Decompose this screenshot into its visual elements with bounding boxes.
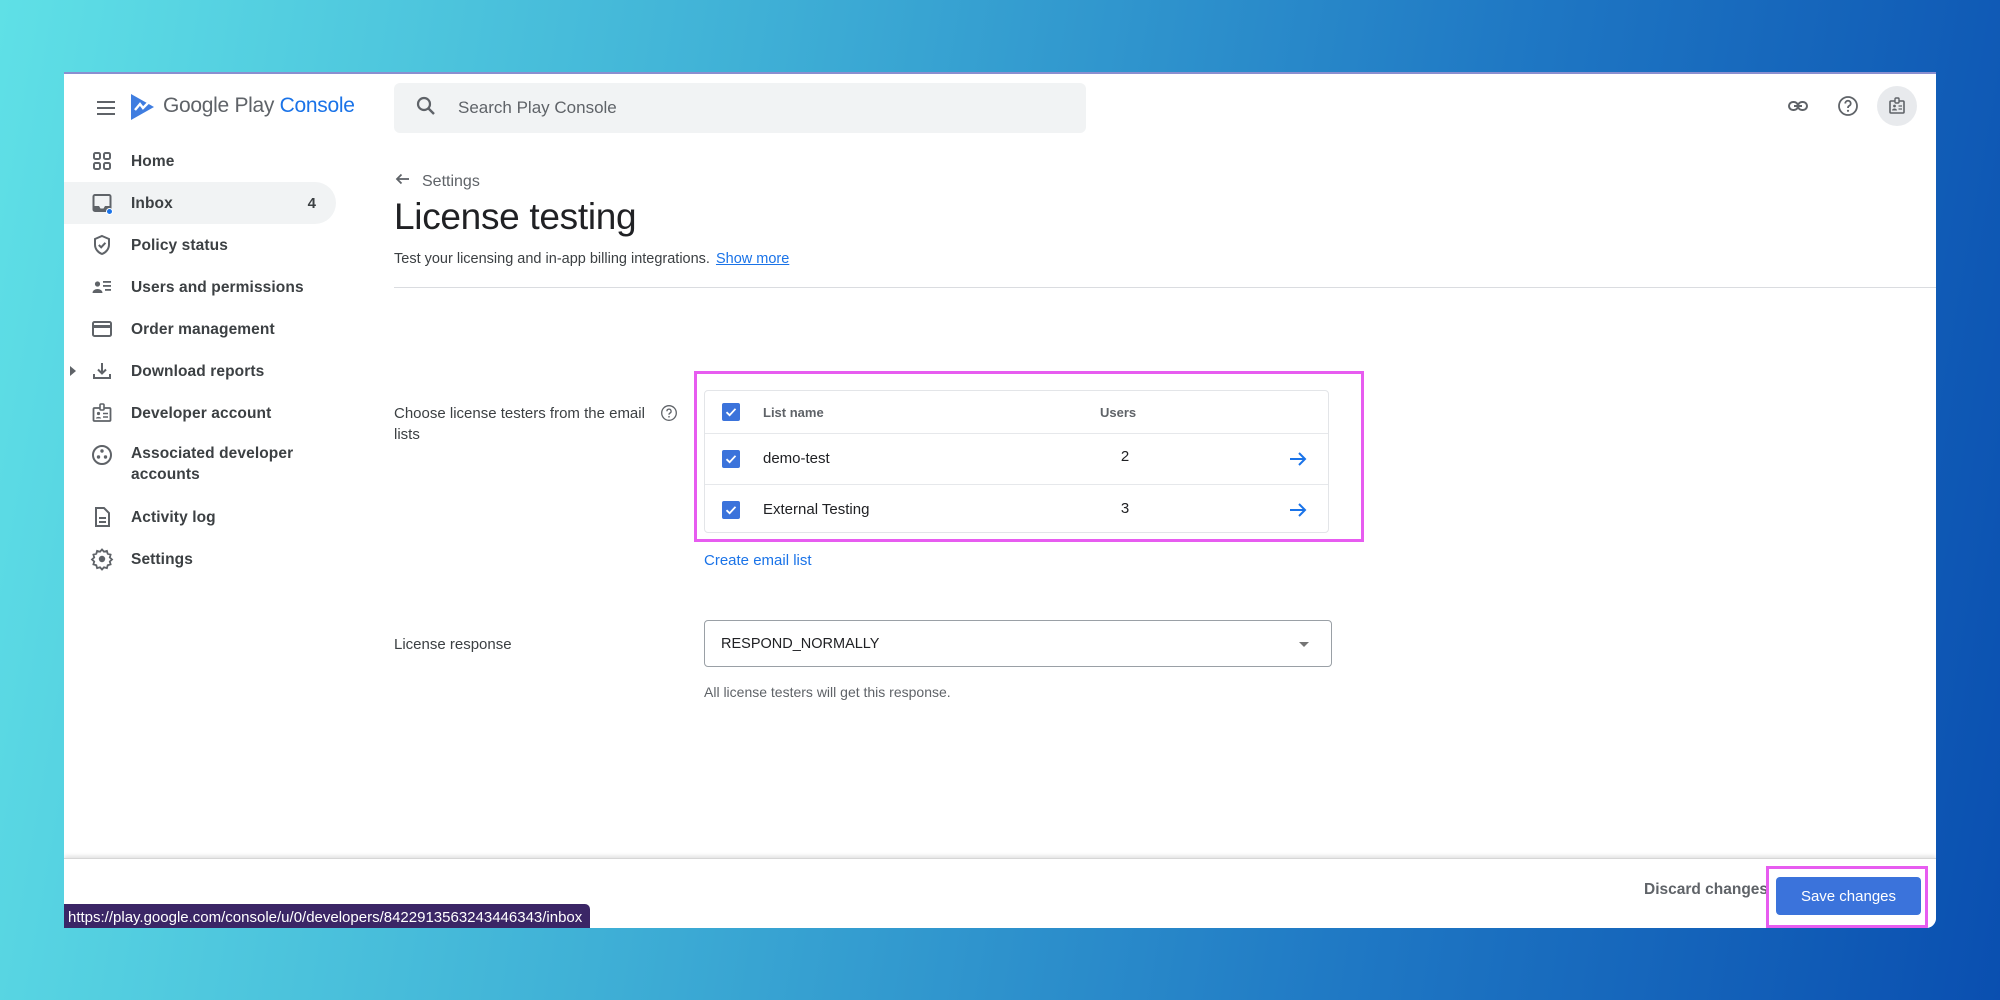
users-count-cell: 3: [1120, 500, 1130, 517]
create-email-list-link[interactable]: Create email list: [704, 552, 812, 569]
table-header-row: List name Users: [705, 391, 1328, 434]
sidebar-item-label: Order management: [131, 320, 275, 338]
testers-label: Choose license testers from the email li…: [394, 405, 645, 443]
download-icon: [90, 359, 114, 383]
help-circle-icon[interactable]: [660, 404, 678, 422]
account-avatar-icon[interactable]: [1877, 86, 1917, 126]
arrow-forward-icon[interactable]: [1287, 448, 1309, 470]
status-url-tooltip: https://play.google.com/console/u/0/deve…: [64, 904, 591, 928]
table-row[interactable]: demo-test 2: [705, 434, 1328, 485]
id-badge-icon: [90, 401, 114, 425]
description-text: Test your licensing and in-app billing i…: [394, 251, 710, 267]
sidebar-item-label: Download reports: [131, 362, 265, 380]
home-grid-icon: [90, 149, 114, 173]
search-input[interactable]: [458, 98, 1058, 118]
email-lists-table: List name Users demo-test 2 External Tes…: [704, 390, 1329, 533]
selected-value: RESPOND_NORMALLY: [721, 635, 880, 652]
help-icon[interactable]: [1828, 86, 1868, 126]
sidebar-item-label: Inbox: [131, 194, 173, 212]
select-all-checkbox[interactable]: [722, 403, 740, 421]
license-response-helper: All license testers will get this respon…: [704, 684, 951, 700]
credit-card-icon: [90, 317, 114, 341]
header-divider: [394, 287, 1936, 288]
play-console-window: Google Play Console Home Inbox 4 Policy …: [64, 72, 1936, 928]
menu-icon[interactable]: [94, 99, 118, 117]
play-console-logo-icon: [128, 92, 156, 122]
search-icon: [414, 94, 438, 123]
sidebar-item-settings[interactable]: Settings: [64, 538, 336, 580]
sidebar-item-developer-account[interactable]: Developer account: [64, 392, 336, 434]
sidebar-item-home[interactable]: Home: [64, 140, 336, 182]
sidebar-item-activity-log[interactable]: Activity log: [64, 496, 336, 538]
users-list-icon: [90, 275, 114, 299]
table-row[interactable]: External Testing 3: [705, 485, 1328, 534]
page-title: License testing: [394, 196, 637, 237]
document-icon: [90, 505, 114, 529]
inbox-count-badge: 4: [307, 194, 316, 212]
list-name-cell: External Testing: [763, 501, 870, 518]
breadcrumb-label: Settings: [422, 172, 480, 190]
inbox-icon: [90, 191, 114, 215]
show-more-link[interactable]: Show more: [716, 251, 789, 267]
license-response-select[interactable]: RESPOND_NORMALLY: [704, 620, 1332, 667]
brand-title[interactable]: Google Play Console: [163, 94, 355, 118]
row-checkbox[interactable]: [722, 450, 740, 468]
linked-accounts-icon: [90, 443, 114, 467]
sidebar-item-inbox[interactable]: Inbox 4: [64, 182, 336, 224]
sidebar-item-label: Activity log: [131, 508, 216, 526]
list-name-cell: demo-test: [763, 450, 830, 467]
expand-caret-icon[interactable]: [70, 366, 76, 376]
shield-check-icon: [90, 233, 114, 257]
discard-changes-button[interactable]: Discard changes: [1644, 881, 1768, 899]
brand-product: Console: [279, 94, 355, 117]
link-icon[interactable]: [1778, 86, 1818, 126]
sidebar-item-label: Settings: [131, 550, 193, 568]
sidebar-item-order-management[interactable]: Order management: [64, 308, 336, 350]
sidebar-item-label: Associated developer accounts: [131, 445, 294, 483]
search-bar[interactable]: [394, 83, 1086, 133]
dropdown-arrow-icon: [1299, 642, 1309, 647]
users-count-cell: 2: [1120, 448, 1130, 465]
sidebar-item-label: Developer account: [131, 404, 272, 422]
sidebar-item-policy-status[interactable]: Policy status: [64, 224, 336, 266]
save-changes-button[interactable]: Save changes: [1776, 877, 1921, 915]
column-header-list-name: List name: [763, 405, 824, 420]
sidebar-item-label: Users and permissions: [131, 278, 304, 296]
highlight-box-save: Save changes: [1766, 866, 1928, 928]
column-header-users: Users: [1100, 405, 1137, 420]
arrow-back-icon: [394, 170, 422, 193]
license-response-label: License response: [394, 636, 512, 653]
gear-icon: [90, 547, 114, 571]
sidebar-item-label: Home: [131, 152, 175, 170]
brand-name: Google Play: [163, 94, 275, 117]
sidebar-item-label: Policy status: [131, 236, 228, 254]
sidebar-item-download-reports[interactable]: Download reports: [64, 350, 336, 392]
sidebar-item-associated-developer-accounts[interactable]: Associated developer accounts: [64, 434, 336, 496]
breadcrumb-back-settings[interactable]: Settings: [394, 170, 480, 193]
arrow-forward-icon[interactable]: [1287, 499, 1309, 521]
sidebar-item-users-and-permissions[interactable]: Users and permissions: [64, 266, 336, 308]
page-description: Test your licensing and in-app billing i…: [394, 251, 789, 267]
row-checkbox[interactable]: [722, 501, 740, 519]
testers-field-label: Choose license testers from the email li…: [394, 403, 664, 445]
